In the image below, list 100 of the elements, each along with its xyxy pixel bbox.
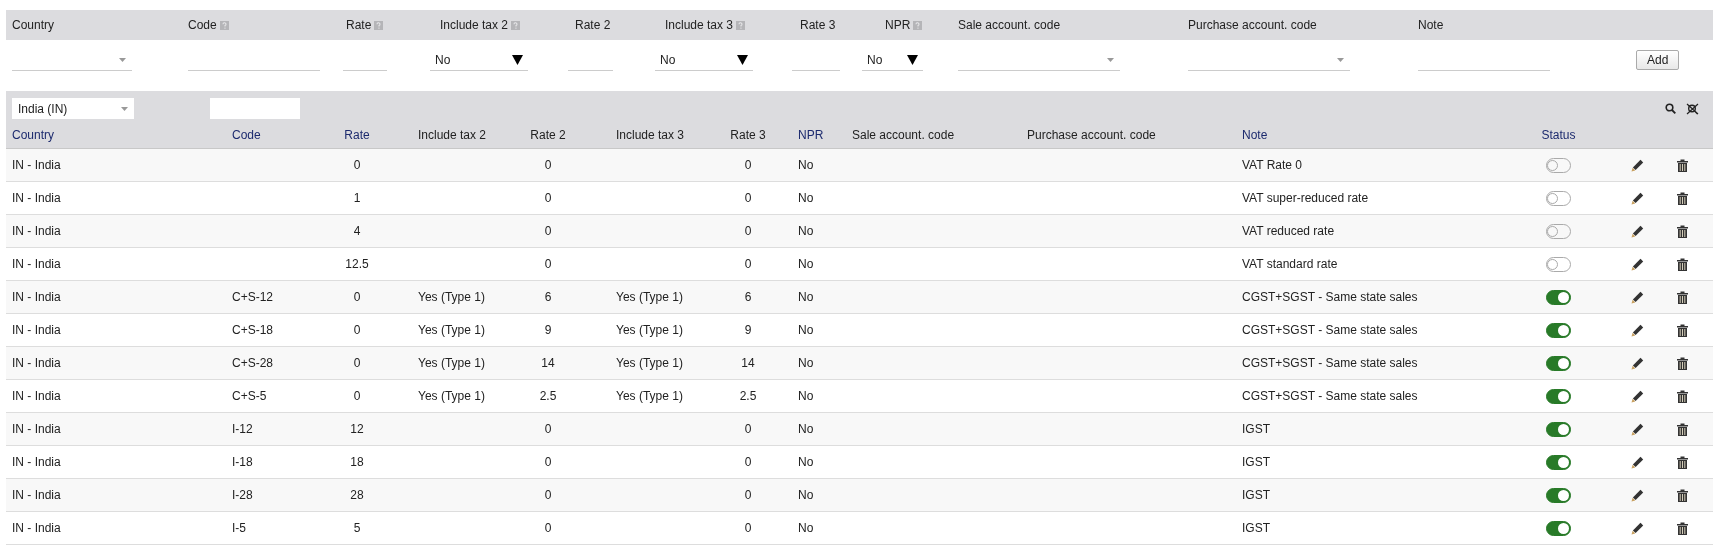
column-header: Sale account. code [958,17,1061,34]
table-cell: 14 [741,356,755,370]
table-cell: 9 [744,323,752,337]
table-cell: 5 [353,521,361,535]
pencil-icon[interactable] [1630,356,1644,370]
help-icon [511,20,521,30]
table-cell: VAT super-reduced rate [1242,191,1369,205]
caret-icon [512,54,523,65]
table-cell: 0 [544,455,552,469]
table-cell: 0 [744,224,752,238]
trash-icon[interactable] [1676,290,1688,304]
table-cell: 0 [544,521,552,535]
help-icon [219,20,229,30]
pencil-icon[interactable] [1630,389,1644,403]
table-cell: 0 [544,224,552,238]
table-cell: 0 [744,455,752,469]
sort-link[interactable]: Code [232,127,261,142]
pencil-icon[interactable] [1630,158,1644,172]
table-cell: Yes (Type 1) [418,290,485,304]
toggle-switch[interactable] [1546,520,1571,536]
table-cell: No [798,224,814,238]
pencil-icon[interactable] [1630,290,1644,304]
trash-icon[interactable] [1676,191,1688,205]
table-cell: 6 [544,290,552,304]
table-cell: 6 [744,290,752,304]
table-cell: 0 [744,191,752,205]
sort-link[interactable]: Status [1541,127,1576,142]
pencil-icon[interactable] [1630,257,1644,271]
sort-link[interactable]: Note [1242,127,1268,142]
table-cell: C+S-5 [232,389,267,403]
toggle-switch[interactable] [1546,355,1571,371]
dropdown-field[interactable]: No [655,49,753,71]
trash-icon[interactable] [1676,323,1688,337]
table-cell: 0 [544,422,552,436]
pencil-icon[interactable] [1630,488,1644,502]
table-cell: 0 [744,488,752,502]
table-cell: I-5 [232,521,246,535]
column-header: Rate 2 [575,17,611,34]
trash-icon[interactable] [1676,257,1688,271]
trash-icon[interactable] [1676,521,1688,535]
trash-icon[interactable] [1676,389,1688,403]
trash-icon[interactable] [1676,158,1688,172]
dropdown-field[interactable]: No [862,49,923,71]
table-cell: No [798,488,814,502]
table-cell: 12.5 [345,257,369,271]
table-cell: 0 [744,257,752,271]
toggle-switch[interactable] [1546,289,1571,305]
table-cell: IN - India [12,455,61,469]
table-cell: No [798,422,814,436]
trash-icon[interactable] [1676,455,1688,469]
toggle-switch[interactable] [1546,487,1571,503]
table-cell: Yes (Type 1) [616,389,683,403]
table-cell: 1 [353,191,361,205]
caret-icon [1107,57,1114,62]
column-header: Purchase account. code [1188,17,1317,34]
country-filter-select[interactable]: India (IN) [12,98,134,119]
table-cell: 2.5 [739,389,757,403]
column-header: Note [1418,17,1444,34]
sort-link[interactable]: Country [12,127,55,142]
search-icon[interactable] [1665,103,1676,114]
pencil-icon[interactable] [1630,455,1644,469]
add-button[interactable]: Add [1636,50,1680,70]
table-cell: 0 [353,158,361,172]
table-cell: 4 [353,224,361,238]
column-header: Include tax 3 [665,17,734,34]
trash-icon[interactable] [1676,488,1688,502]
dropdown-field[interactable]: No [430,49,528,71]
column-header: Include tax 3 [616,127,685,142]
toggle-switch[interactable] [1546,421,1571,437]
help-icon [736,20,746,30]
pencil-icon[interactable] [1630,224,1644,238]
toggle-switch[interactable] [1546,322,1571,338]
table-cell: IGST [1242,488,1270,502]
column-header: Rate 2 [530,127,566,142]
pencil-icon[interactable] [1630,191,1644,205]
trash-icon[interactable] [1676,356,1688,370]
sort-link[interactable]: NPR [798,127,824,142]
clear-search-icon[interactable] [1686,102,1699,115]
pencil-icon[interactable] [1630,323,1644,337]
table-cell: VAT standard rate [1242,257,1338,271]
table-cell: I-28 [232,488,253,502]
pencil-icon[interactable] [1630,422,1644,436]
table-cell: CGST+SGST - Same state sales [1242,290,1418,304]
table-cell: No [798,389,814,403]
caret-icon [119,57,126,62]
caret-icon [907,54,918,65]
toggle-switch[interactable] [1546,454,1571,470]
pencil-icon[interactable] [1630,521,1644,535]
table-cell: 0 [544,158,552,172]
toggle-switch[interactable] [1546,388,1571,404]
sort-link[interactable]: Rate [344,127,370,142]
table-cell: 0 [544,488,552,502]
code-filter-field[interactable] [210,98,300,119]
trash-icon[interactable] [1676,422,1688,436]
column-header: NPR [885,17,911,34]
column-header: Code [188,17,217,34]
table-cell: No [798,290,814,304]
caret-icon [121,106,128,111]
trash-icon[interactable] [1676,224,1688,238]
caret-icon [737,54,748,65]
